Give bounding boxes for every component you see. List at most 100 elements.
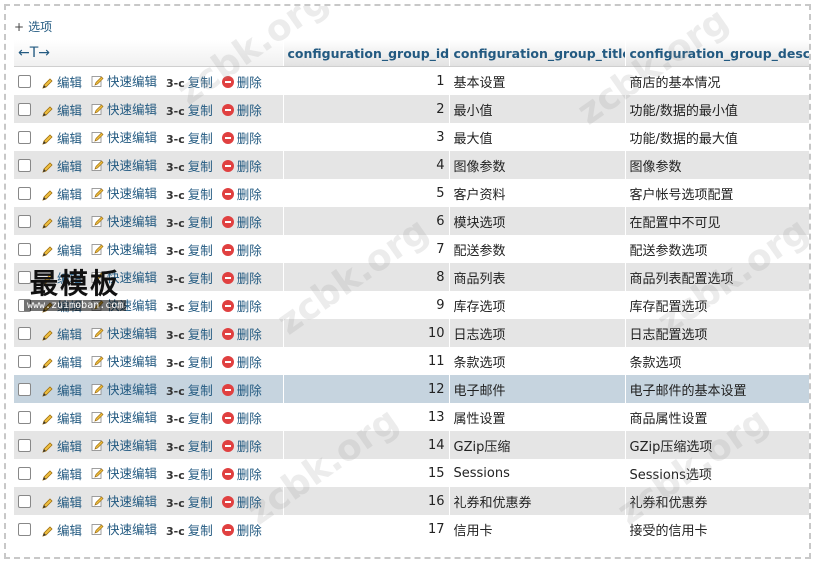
- edit-link[interactable]: 编辑: [41, 324, 82, 343]
- delete-link[interactable]: 删除: [221, 436, 262, 455]
- edit-link[interactable]: 编辑: [41, 212, 82, 231]
- quick-edit-link[interactable]: 快速编辑: [91, 239, 157, 259]
- quick-edit-link[interactable]: 快速编辑: [91, 463, 157, 483]
- row-checkbox[interactable]: [18, 74, 31, 88]
- copy-link[interactable]: 3-c 复制: [166, 296, 213, 315]
- copy-link[interactable]: 3-c 复制: [166, 436, 213, 455]
- delete-link[interactable]: 删除: [221, 492, 262, 511]
- delete-link[interactable]: 删除: [221, 100, 262, 119]
- quick-edit-link[interactable]: 快速编辑: [91, 491, 157, 511]
- row-checkbox[interactable]: [18, 158, 31, 172]
- header-configuration-group-description[interactable]: configuration_group_descr: [625, 40, 809, 67]
- table-row[interactable]: 编辑 快速编辑 3-c 复制 删除 11 条款选项 条款选项: [14, 347, 809, 375]
- copy-link[interactable]: 3-c 复制: [166, 184, 213, 203]
- table-row[interactable]: 编辑 快速编辑 3-c 复制 删除 10 日志选项 日志配置选项: [14, 319, 809, 347]
- table-row[interactable]: 编辑 快速编辑 3-c 复制 删除 12 电子邮件 电子邮件的基本设置: [14, 375, 809, 403]
- quick-edit-link[interactable]: 快速编辑: [91, 435, 157, 455]
- table-row[interactable]: 编辑 快速编辑 3-c 复制 删除 5 客户资料 客户帐号选项配置: [14, 179, 809, 207]
- row-checkbox[interactable]: [18, 410, 31, 424]
- delete-link[interactable]: 删除: [221, 128, 262, 147]
- edit-link[interactable]: 编辑: [41, 72, 82, 91]
- row-checkbox[interactable]: [18, 438, 31, 452]
- delete-link[interactable]: 删除: [221, 212, 262, 231]
- table-row[interactable]: 编辑快速编辑3-c复制删除9库存选项库存配置选项: [14, 291, 809, 319]
- row-checkbox[interactable]: [18, 382, 31, 396]
- delete-link[interactable]: 删除: [221, 408, 262, 427]
- copy-link[interactable]: 3-c 复制: [166, 408, 213, 427]
- header-configuration-group-title[interactable]: configuration_group_title: [449, 40, 626, 67]
- table-row[interactable]: 编辑 快速编辑 3-c 复制 删除 6 模块选项 在配置中不可见: [14, 207, 809, 235]
- table-row[interactable]: 编辑 快速编辑 3-c 复制 删除 2 最小值 功能/数据的最小值: [14, 95, 809, 123]
- quick-edit-link[interactable]: 快速编辑: [91, 155, 157, 175]
- copy-link[interactable]: 3-c 复制: [166, 212, 213, 231]
- table-row[interactable]: 编辑 快速编辑 3-c 复制 删除 8 商品列表 商品列表配置选项: [14, 263, 809, 291]
- delete-link[interactable]: 删除: [221, 296, 262, 315]
- edit-link[interactable]: 编辑: [41, 240, 82, 259]
- delete-link[interactable]: 删除: [221, 352, 262, 371]
- row-checkbox[interactable]: [18, 522, 31, 536]
- quick-edit-link[interactable]: 快速编辑: [91, 99, 157, 119]
- copy-link[interactable]: 3-c 复制: [166, 492, 213, 511]
- quick-edit-link[interactable]: 快速编辑: [91, 211, 157, 231]
- quick-edit-link[interactable]: 快速编辑: [91, 183, 157, 203]
- copy-link[interactable]: 3-c 复制: [166, 156, 213, 175]
- edit-link[interactable]: 编辑: [41, 520, 82, 539]
- copy-link[interactable]: 3-c 复制: [166, 72, 213, 91]
- edit-link[interactable]: 编辑: [41, 100, 82, 119]
- table-row[interactable]: 编辑 快速编辑 3-c 复制 删除 3 最大值 功能/数据的最大值: [14, 123, 809, 151]
- copy-link[interactable]: 3-c 复制: [166, 240, 213, 259]
- edit-link[interactable]: 编辑: [41, 408, 82, 427]
- delete-link[interactable]: 删除: [221, 240, 262, 259]
- header-configuration-group-id[interactable]: configuration_group_id: [283, 40, 450, 67]
- copy-link[interactable]: 3-c 复制: [166, 100, 213, 119]
- edit-link[interactable]: 编辑: [41, 156, 82, 175]
- delete-link[interactable]: 删除: [221, 156, 262, 175]
- row-checkbox[interactable]: [18, 354, 31, 368]
- row-checkbox[interactable]: [18, 326, 31, 340]
- table-row[interactable]: 编辑 快速编辑 3-c 复制 删除 4 图像参数 图像参数: [14, 151, 809, 179]
- copy-link[interactable]: 3-c 复制: [166, 128, 213, 147]
- table-row[interactable]: 编辑 快速编辑 3-c 复制 删除 7 配送参数 配送参数选项: [14, 235, 809, 263]
- row-checkbox[interactable]: [18, 466, 31, 480]
- delete-link[interactable]: 删除: [221, 324, 262, 343]
- edit-link[interactable]: 编辑: [41, 184, 82, 203]
- quick-edit-link[interactable]: 快速编辑: [91, 519, 157, 539]
- delete-link[interactable]: 删除: [221, 72, 262, 91]
- copy-link[interactable]: 3-c 复制: [166, 520, 213, 539]
- delete-link[interactable]: 删除: [221, 464, 262, 483]
- options-toggle[interactable]: + 选项: [14, 18, 52, 35]
- table-row[interactable]: 编辑 快速编辑 3-c 复制 删除 15 Sessions Sessions选项: [14, 459, 809, 487]
- quick-edit-link[interactable]: 快速编辑: [91, 71, 157, 91]
- edit-link[interactable]: 编辑: [41, 128, 82, 147]
- delete-link[interactable]: 删除: [221, 268, 262, 287]
- edit-link[interactable]: 编辑: [41, 436, 82, 455]
- delete-link[interactable]: 删除: [221, 184, 262, 203]
- copy-link[interactable]: 3-c 复制: [166, 380, 213, 399]
- row-checkbox[interactable]: [18, 130, 31, 144]
- delete-link[interactable]: 删除: [221, 380, 262, 399]
- quick-edit-link[interactable]: 快速编辑: [91, 407, 157, 427]
- table-row[interactable]: 编辑 快速编辑 3-c 复制 删除 1 基本设置 商店的基本情况: [14, 66, 809, 95]
- table-row[interactable]: 编辑 快速编辑 3-c 复制 删除 14 GZip压缩 GZip压缩选项: [14, 431, 809, 459]
- row-checkbox[interactable]: [18, 102, 31, 116]
- edit-link[interactable]: 编辑: [41, 464, 82, 483]
- quick-edit-link[interactable]: 快速编辑: [91, 379, 157, 399]
- table-row[interactable]: 编辑 快速编辑 3-c 复制 删除 16 礼券和优惠券 礼券和优惠券: [14, 487, 809, 515]
- row-checkbox[interactable]: [18, 186, 31, 200]
- edit-link[interactable]: 编辑: [41, 380, 82, 399]
- copy-link[interactable]: 3-c 复制: [166, 352, 213, 371]
- column-sort-icon[interactable]: ←T→: [18, 45, 50, 61]
- copy-link[interactable]: 3-c 复制: [166, 324, 213, 343]
- quick-edit-link[interactable]: 快速编辑: [91, 323, 157, 343]
- row-checkbox[interactable]: [18, 494, 31, 508]
- edit-link[interactable]: 编辑: [41, 492, 82, 511]
- quick-edit-link[interactable]: 快速编辑: [91, 351, 157, 371]
- table-row[interactable]: 编辑 快速编辑 3-c 复制 删除 17 信用卡 接受的信用卡: [14, 515, 809, 543]
- quick-edit-link[interactable]: 快速编辑: [91, 127, 157, 147]
- row-checkbox[interactable]: [18, 242, 31, 256]
- table-row[interactable]: 编辑 快速编辑 3-c 复制 删除 13 属性设置 商品属性设置: [14, 403, 809, 431]
- row-checkbox[interactable]: [18, 214, 31, 228]
- copy-link[interactable]: 3-c 复制: [166, 464, 213, 483]
- edit-link[interactable]: 编辑: [41, 352, 82, 371]
- copy-link[interactable]: 3-c 复制: [166, 268, 213, 287]
